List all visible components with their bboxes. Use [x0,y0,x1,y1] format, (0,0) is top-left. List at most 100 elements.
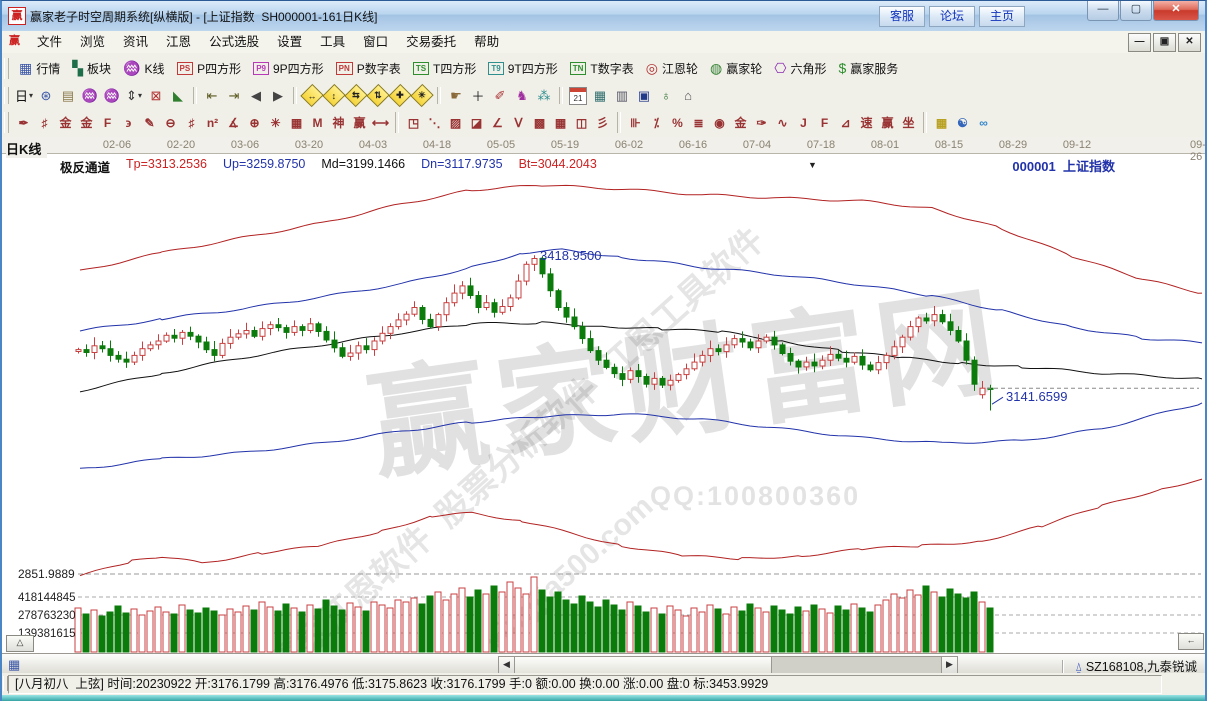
grid-box-tool[interactable]: ▦ [286,113,307,133]
hand-tool-button[interactable]: ☛ [445,85,467,106]
scrollbar-left-arrow[interactable]: ◀ [499,657,515,673]
ratio-tool[interactable]: ⊪ [625,113,646,133]
taichi-tool[interactable]: ☯ [952,113,973,133]
diamond-ud-button[interactable]: ⇅ [367,85,389,106]
f-angle-tool[interactable]: F [814,113,835,133]
9p-square-button[interactable]: P99P四方形 [247,58,329,79]
menu-item-江恩[interactable]: 江恩 [157,31,200,53]
fan-lines-tool[interactable]: ⋱ [424,113,445,133]
span-tool[interactable]: ⟷ [370,113,391,133]
candle-style-button[interactable]: ⇕▾ [123,85,145,106]
percent-slash-tool[interactable]: ⁒ [646,113,667,133]
minimize-button[interactable]: — [1087,1,1119,21]
diamond-lr-button[interactable]: ⇆ [345,85,367,106]
title-bar[interactable]: 赢 赢家老子时空周期系统[纵横版] - [上证指数 SH000001-161日K… [2,1,1205,32]
menu-item-资讯[interactable]: 资讯 [114,31,157,53]
big-grid-tool[interactable]: ▦ [550,113,571,133]
scrollbar-thumb[interactable] [515,657,772,673]
winner-wheel-button[interactable]: ◍赢家轮 [704,58,768,79]
spiral-tool[interactable]: ϶ [118,113,139,133]
wave-gold-tool[interactable]: ∿ [772,113,793,133]
angle-tool[interactable]: ∡ [223,113,244,133]
n-square-tool[interactable]: n² [202,113,223,133]
customer-service-button[interactable]: 客服 [879,6,925,27]
p-square-button[interactable]: PSP四方形 [171,58,248,79]
scroll-left-button[interactable]: ← [1178,633,1204,650]
diamond-all-button[interactable]: ✳ [411,85,433,106]
hexagon-button[interactable]: ⎔六角形 [768,58,832,79]
v-line-tool[interactable]: Ⅴ [508,113,529,133]
toolbar-grip[interactable] [4,112,9,132]
knot-tool-button[interactable]: ⁂ [533,85,555,106]
gann-wheel-button[interactable]: ◎江恩轮 [640,58,704,79]
win-angle-tool[interactable]: 赢 [877,113,898,133]
brush-tool[interactable]: ✑ [751,113,772,133]
toolbar-grip[interactable] [4,58,9,79]
gold-lines-tool[interactable]: 金 [730,113,751,133]
diamond-v-button[interactable]: ↕ [323,85,345,106]
square-frame-tool[interactable]: ◳ [403,113,424,133]
net-chart-button[interactable]: ⊛ [35,85,57,106]
mdi-close-button[interactable]: ✕ [1178,33,1201,52]
menu-item-公式选股[interactable]: 公式选股 [200,31,268,53]
menu-item-交易委托[interactable]: 交易委托 [397,31,465,53]
delta-angle-tool[interactable]: ⊿ [835,113,856,133]
horizontal-scrollbar[interactable]: ◀ ▶ [498,656,958,674]
pen2-tool[interactable]: ✎ [139,113,160,133]
menu-item-工具[interactable]: 工具 [311,31,354,53]
gold-circle-tool[interactable]: ◉ [709,113,730,133]
yellow-grid-tool[interactable]: ▦ [931,113,952,133]
levels-tool[interactable]: ≣ [688,113,709,133]
shade-box-tool[interactable]: ▨ [445,113,466,133]
crosshair-button[interactable]: ＋ [467,85,489,106]
first-bar-button[interactable]: ⇤ [201,85,223,106]
box-chart-button[interactable]: ⊠ [145,85,167,106]
menu-item-窗口[interactable]: 窗口 [354,31,397,53]
color-chart-button[interactable]: ◣ [167,85,189,106]
toolbar-grip[interactable] [4,87,9,105]
wave3-button[interactable]: ♒ [79,85,101,106]
half-box-tool[interactable]: ◪ [466,113,487,133]
remote-pc-button[interactable]: ⌂ [677,85,699,106]
diamond-cross-button[interactable]: ✚ [389,85,411,106]
quotes-button[interactable]: ▦行情 [13,58,66,79]
speed-line-tool[interactable]: 速 [856,113,877,133]
kline-chart[interactable]: 3418.95003141.65992851.98894181448452787… [2,137,1205,653]
gold-ratio-tool-2[interactable]: 金 [76,113,97,133]
star-tool[interactable]: ✳ [265,113,286,133]
target-circle-tool[interactable]: ⊕ [244,113,265,133]
period-day-button[interactable]: 日▾ [13,85,35,106]
hash-tool[interactable]: ♯ [181,113,202,133]
pen-tool-button[interactable]: ✐ [489,85,511,106]
hatch-tool[interactable]: 彡 [592,113,613,133]
percent-tool[interactable]: % [667,113,688,133]
angle-line-tool[interactable]: ∠ [487,113,508,133]
mdi-restore-button[interactable]: ▣ [1153,33,1176,52]
prev-bar-button[interactable]: ◀ [245,85,267,106]
last-bar-button[interactable]: ⇥ [223,85,245,106]
diamond-h-button[interactable]: ↔ [301,85,323,106]
menu-item-设置[interactable]: 设置 [268,31,311,53]
calculator-button[interactable]: ▦ [589,85,611,106]
sectors-button[interactable]: ▚板块 [66,58,117,79]
close-button[interactable]: ✕ [1153,1,1199,21]
winner-service-button[interactable]: $赢家服务 [832,58,904,79]
column-box-tool[interactable]: ◫ [571,113,592,133]
menu-item-浏览[interactable]: 浏览 [71,31,114,53]
infinity-tool[interactable]: ∞ [973,113,994,133]
t-square-button[interactable]: TST四方形 [407,58,483,79]
fibonacci-tool[interactable]: F [97,113,118,133]
quote-grid-icon[interactable]: ▦ [8,657,20,673]
mdi-minimize-button[interactable]: — [1128,33,1151,52]
menu-item-文件[interactable]: 文件 [28,31,71,53]
save-button[interactable]: ▣ [633,85,655,106]
scrollbar-right-arrow[interactable]: ▶ [941,657,957,673]
gold-ratio-tool-1[interactable]: 金 [55,113,76,133]
dense-grid-tool[interactable]: ▩ [529,113,550,133]
kline-button[interactable]: ♒K线 [117,58,170,79]
memo-button[interactable]: ▥ [611,85,633,106]
p-number-table-button[interactable]: PNP数字表 [330,58,407,79]
cycle-circle-tool[interactable]: ⊖ [160,113,181,133]
expand-panel-button[interactable]: △ [6,635,34,652]
grid-tool[interactable]: ♯ [34,113,55,133]
